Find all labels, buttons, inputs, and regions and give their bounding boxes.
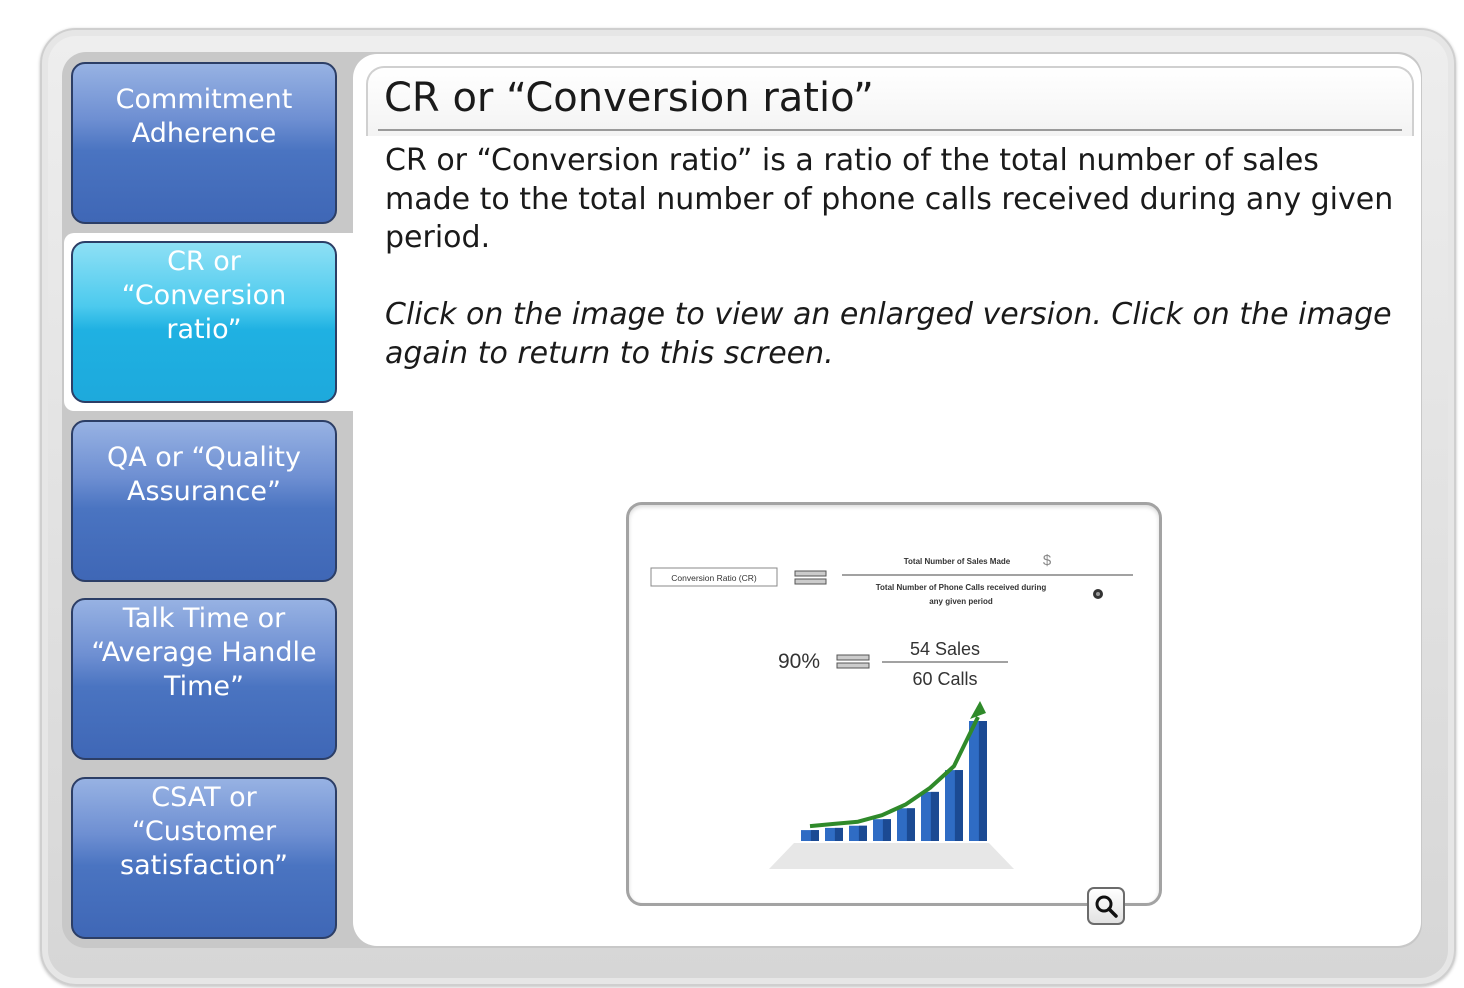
dollar-icon: $ [1043, 552, 1052, 569]
growth-bar-chart [769, 701, 1014, 869]
chart-bar-shade [882, 819, 891, 841]
growth-arrow-head [970, 701, 986, 719]
nav-tab-label: Talk Time or “Average Handle Time” [91, 603, 317, 702]
example-result: 90% [778, 650, 820, 673]
nav-tab-label: QA or “Quality Assurance” [106, 442, 301, 507]
chart-bar-shade [930, 791, 939, 841]
nav-tab-label: CR or “Conversion ratio” [121, 246, 287, 345]
nav-tab-label: Commitment Adherence [115, 84, 293, 149]
chart-bar-shade [858, 825, 867, 841]
formula-label: Conversion Ratio (CR) [671, 573, 757, 583]
enlargeable-image[interactable]: Conversion Ratio (CR) Total Number of Sa… [626, 502, 1162, 906]
chart-bar-shade [978, 721, 987, 841]
chart-bar-shade [834, 827, 843, 841]
nav-tab-average-handle-time[interactable]: Talk Time or “Average Handle Time” [71, 598, 337, 760]
nav-tab-customer-satisfaction[interactable]: CSAT or “Customer satisfaction” [71, 777, 337, 939]
equals-icon [836, 654, 870, 669]
nav-tab-conversion-ratio[interactable]: CR or “Conversion ratio” [71, 241, 337, 403]
nav-tab-quality-assurance[interactable]: QA or “Quality Assurance” [71, 420, 337, 582]
equals-icon [794, 570, 827, 585]
svg-text:$: $ [1043, 552, 1052, 569]
nav-tab-commitment-adherence[interactable]: Commitment Adherence [71, 62, 337, 224]
formula-denominator-line2: any given period [929, 597, 993, 606]
formula-denominator-line1: Total Number of Phone Calls received dur… [876, 583, 1047, 592]
page-title: CR or “Conversion ratio” [384, 75, 874, 121]
chart-floor [769, 843, 1014, 869]
title-divider [378, 129, 1402, 131]
conversion-ratio-figure: Conversion Ratio (CR) Total Number of Sa… [650, 552, 1133, 869]
formula-numerator: Total Number of Sales Made [904, 557, 1011, 566]
phone-icon [1093, 589, 1103, 599]
nav-tab-label: CSAT or “Customer satisfaction” [120, 782, 288, 881]
chart-bar-shade [954, 770, 963, 841]
zoom-button[interactable] [1087, 887, 1125, 925]
example-denominator: 60 Calls [912, 669, 977, 689]
magnifier-icon [1095, 895, 1118, 918]
chart-bar-shade [810, 830, 819, 841]
description-text: CR or “Conversion ratio” is a ratio of t… [385, 143, 1394, 255]
chart-bar-shade [906, 808, 915, 841]
instruction-text: Click on the image to view an enlarged v… [385, 297, 1392, 371]
example-numerator: 54 Sales [910, 639, 980, 659]
